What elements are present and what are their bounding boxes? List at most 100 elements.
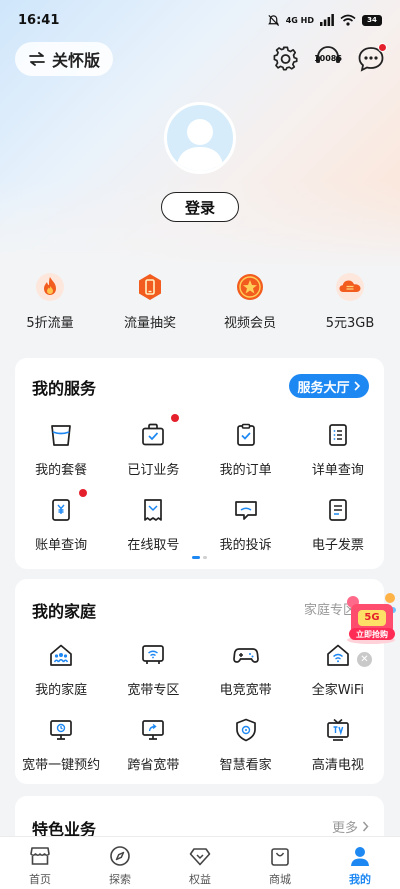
quick-link-video-vip[interactable]: 视频会员 — [200, 265, 300, 345]
tab-label: 权益 — [189, 873, 211, 886]
family-esports-broadband[interactable]: 电竞宽带 — [200, 640, 292, 715]
family-label: 跨省宽带 — [127, 758, 180, 773]
subscribed-bag-icon — [138, 420, 168, 450]
family-label: 高清电视 — [311, 758, 364, 773]
tab-mall[interactable]: 商城 — [240, 837, 320, 889]
tab-explore[interactable]: 探索 — [80, 837, 160, 889]
quick-link-label: 视频会员 — [223, 316, 276, 331]
clipboard-check-icon — [231, 420, 261, 450]
invoice-icon — [323, 495, 353, 525]
avatar[interactable] — [164, 102, 236, 174]
my-services-grid: 我的套餐 已订业务 我的订单 详单查询 账单查询 在线取号 我的投诉 电子发票 — [15, 414, 384, 570]
service-label: 我的订单 — [219, 463, 272, 478]
quick-link-label: 5元3GB — [325, 316, 375, 331]
bottom-tab-bar: 首页 探索 权益 商城 我的 — [0, 836, 400, 889]
family-label: 电竞宽带 — [219, 683, 272, 698]
status-bar: 16:41 4G HD 34 — [0, 0, 400, 40]
ticket-icon — [138, 495, 168, 525]
family-my-family[interactable]: 我的家庭 — [15, 640, 107, 715]
family-label: 宽带专区 — [127, 683, 180, 698]
service-label: 详单查询 — [311, 463, 364, 478]
promo-floating-banner[interactable]: 5G 立即抢购 — [343, 588, 400, 646]
care-mode-label: 关怀版 — [51, 51, 100, 70]
settings-button[interactable] — [271, 44, 301, 74]
chevron-right-icon — [353, 381, 360, 391]
quick-link-data-pack[interactable]: 5元3GB — [300, 265, 400, 345]
family-label: 全家WiFi — [311, 683, 365, 698]
featured-more-link[interactable]: 更多 — [332, 817, 369, 836]
person-icon — [348, 844, 372, 868]
service-label: 在线取号 — [127, 538, 180, 553]
service-my-orders[interactable]: 我的订单 — [200, 420, 292, 495]
service-hall-button[interactable]: 服务大厅 — [289, 374, 369, 398]
shopping-bag-icon — [268, 844, 292, 868]
bill-yen-icon — [46, 495, 76, 525]
gamepad-icon — [231, 640, 261, 670]
tab-benefits[interactable]: 权益 — [160, 837, 240, 889]
notification-dot — [170, 414, 179, 422]
service-detail-query[interactable]: 详单查询 — [292, 420, 384, 495]
notification-dot — [78, 489, 87, 497]
list-document-icon — [323, 420, 353, 450]
status-time: 16:41 — [18, 12, 60, 28]
login-button[interactable]: 登录 — [161, 192, 239, 222]
network-label: 4G HD — [285, 15, 314, 25]
family-broadband-zone[interactable]: 宽带专区 — [107, 640, 199, 715]
service-label: 电子发票 — [311, 538, 364, 553]
family-hd-tv[interactable]: 高清电视 — [292, 715, 384, 790]
diamond-icon — [188, 844, 212, 868]
package-icon — [46, 420, 76, 450]
family-cross-province-broadband[interactable]: 跨省宽带 — [107, 715, 199, 790]
settings-icon — [273, 46, 298, 71]
page-indicator-inactive — [203, 556, 207, 559]
compass-icon — [108, 844, 132, 868]
tab-label: 首页 — [29, 873, 51, 886]
family-whole-home-wifi[interactable]: 全家WiFi — [292, 640, 384, 715]
promo-label: 立即抢购 — [356, 630, 388, 639]
tab-label: 我的 — [349, 873, 371, 886]
star-badge-icon — [234, 271, 266, 303]
quick-link-label: 5折流量 — [26, 316, 74, 331]
my-services-card: 我的服务 服务大厅 我的套餐 已订业务 我的订单 详单查询 账单查询 在线取号 … — [15, 358, 384, 569]
family-label: 智慧看家 — [219, 758, 272, 773]
tab-home[interactable]: 首页 — [0, 837, 80, 889]
router-icon — [138, 640, 168, 670]
quick-link-data-lottery[interactable]: 流量抽奖 — [100, 265, 200, 345]
shield-camera-icon — [231, 715, 261, 745]
default-avatar-icon — [176, 119, 224, 171]
mute-icon — [267, 14, 279, 26]
tab-label: 商城 — [269, 873, 291, 886]
home-store-icon — [28, 844, 52, 868]
service-hall-label: 服务大厅 — [297, 380, 350, 396]
message-badge — [378, 43, 387, 52]
promo-close-button[interactable]: ✕ — [357, 652, 372, 667]
status-icons: 4G HD 34 — [267, 14, 382, 27]
quick-links: 5折流量 流量抽奖 视频会员 5元3GB — [0, 265, 400, 345]
service-my-package[interactable]: 我的套餐 — [15, 420, 107, 495]
promo-badge: 5G — [364, 612, 380, 623]
family-broadband-booking[interactable]: 宽带一键预约 — [15, 715, 107, 790]
tab-label: 探索 — [109, 873, 131, 886]
my-family-grid: 我的家庭 宽带专区 电竞宽带 全家WiFi 宽带一键预约 跨省宽带 智慧看家 高… — [15, 640, 384, 790]
quick-link-discount-data[interactable]: 5折流量 — [0, 265, 100, 345]
hotline-number: 10086 — [314, 54, 342, 63]
swap-arrows-icon — [29, 52, 45, 66]
quick-link-label: 流量抽奖 — [123, 316, 176, 331]
complaint-chat-icon — [231, 495, 261, 525]
my-family-card: 我的家庭 家庭专区 我的家庭 宽带专区 电竞宽带 全家WiFi 宽带一键预约 跨… — [15, 579, 384, 784]
tv-icon — [323, 715, 353, 745]
service-label: 我的投诉 — [219, 538, 272, 553]
family-smart-home-watch[interactable]: 智慧看家 — [200, 715, 292, 790]
tab-mine[interactable]: 我的 — [320, 837, 400, 889]
service-label: 账单查询 — [35, 538, 88, 553]
close-icon: ✕ — [360, 653, 369, 665]
care-mode-button[interactable]: 关怀版 — [15, 42, 113, 76]
family-home-icon — [46, 640, 76, 670]
service-subscribed[interactable]: 已订业务 — [107, 414, 199, 495]
message-button[interactable] — [356, 43, 387, 74]
more-label: 更多 — [331, 821, 358, 836]
battery-indicator: 34 — [362, 14, 382, 26]
page-indicator-active — [192, 556, 200, 559]
flame-icon — [34, 271, 66, 303]
hotline-button[interactable]: 10086 — [313, 44, 343, 74]
